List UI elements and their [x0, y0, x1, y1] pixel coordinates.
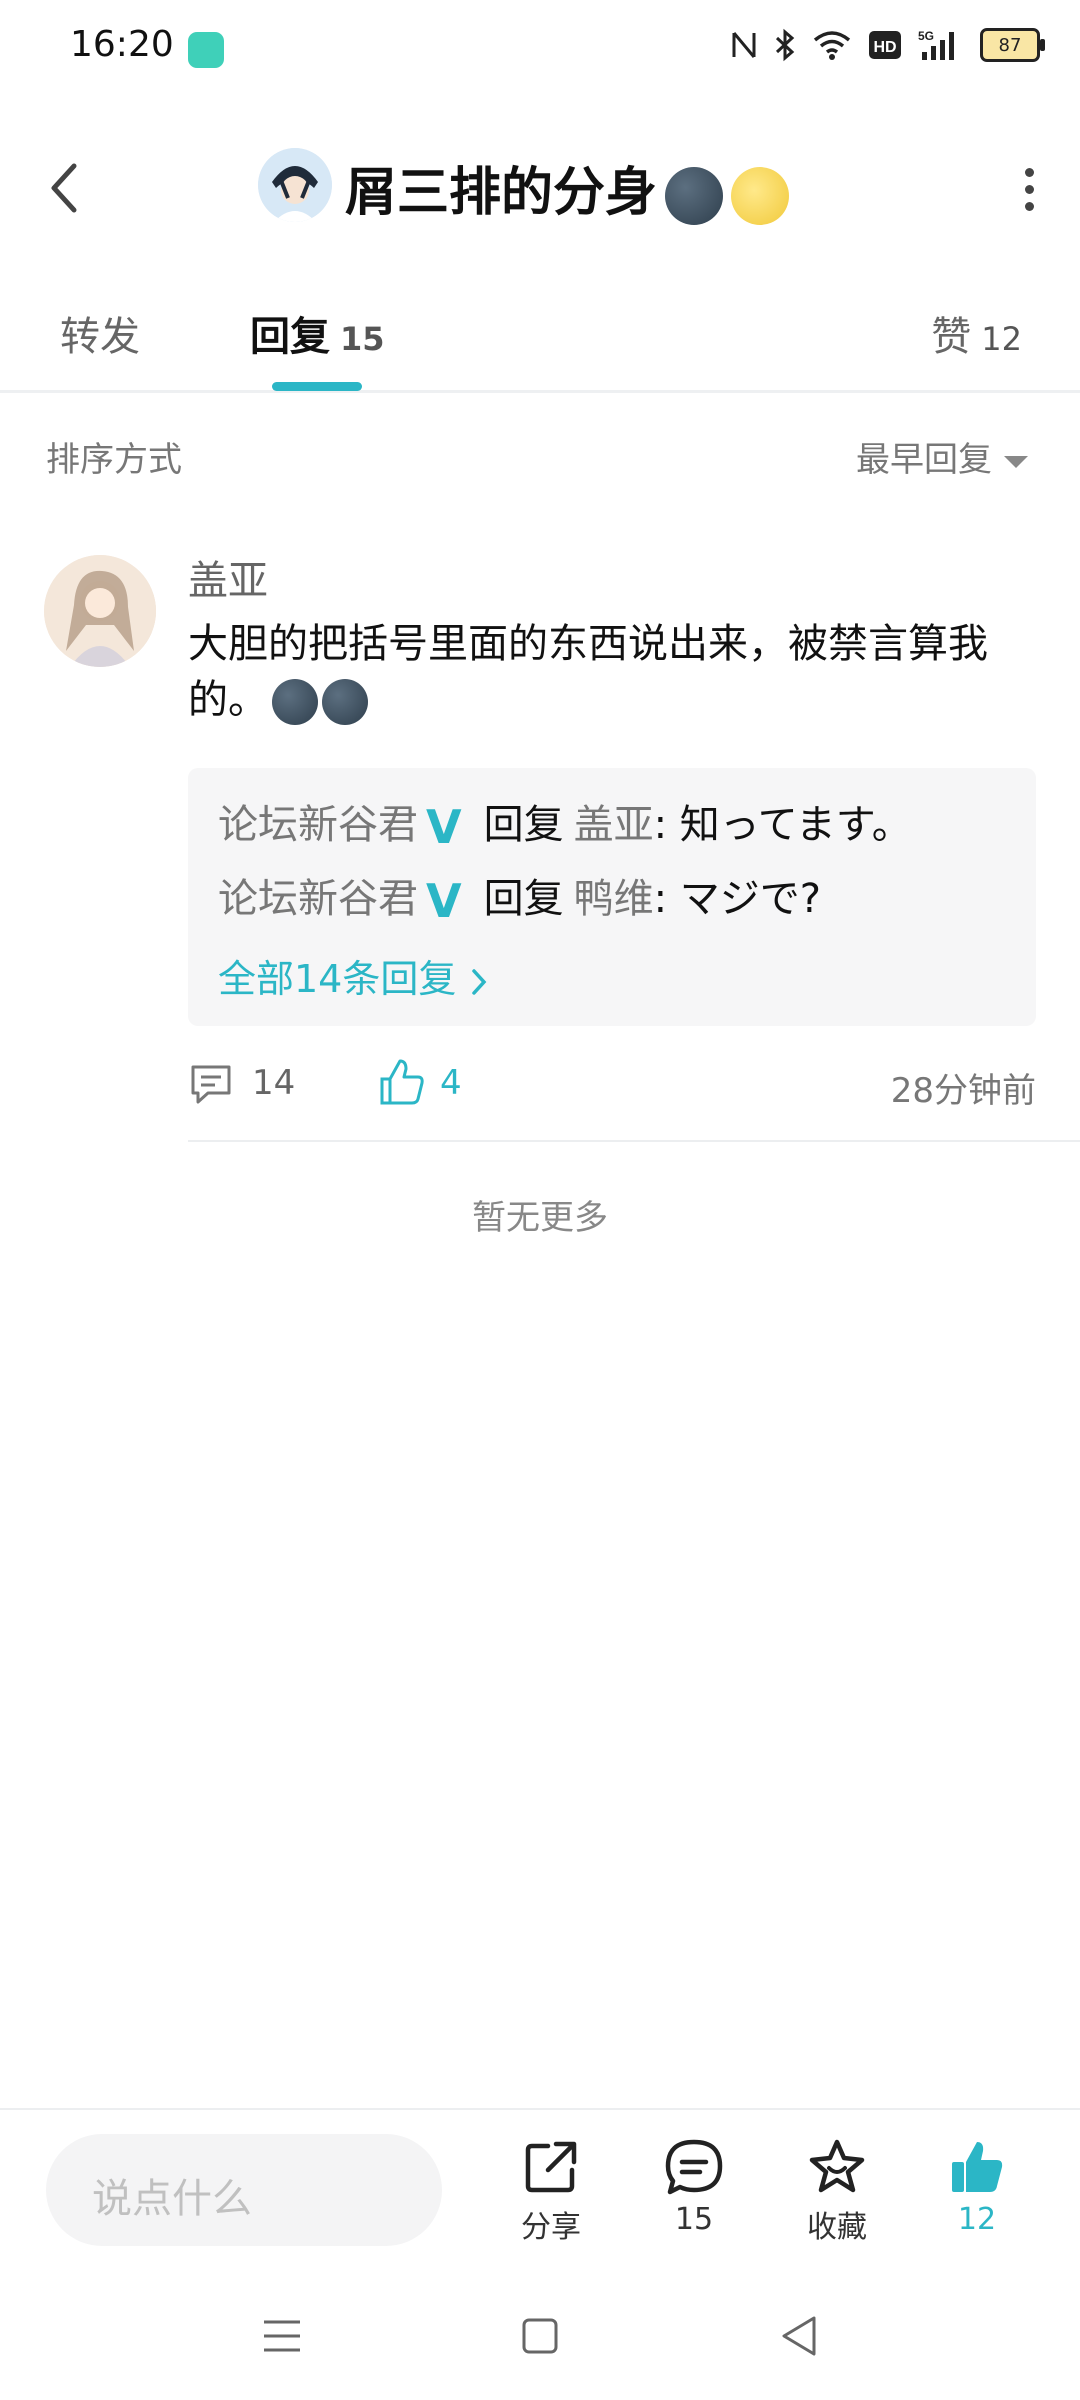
- commenter-name[interactable]: 盖亚: [188, 548, 268, 606]
- tab-repost-label: 转发: [60, 314, 140, 360]
- comment-icon[interactable]: [188, 1061, 234, 1107]
- verified-icon: V: [426, 800, 462, 854]
- system-navigation-bar: [0, 2270, 1080, 2400]
- tab-replies-count: 15: [340, 320, 385, 358]
- signal-5g-icon: 5G: [918, 29, 954, 60]
- notification-app-icon: [188, 32, 224, 68]
- reply-text: : 知ってます。: [653, 802, 912, 848]
- title-text: 屑三排的分身: [345, 163, 658, 223]
- hd-icon: HD: [869, 31, 901, 59]
- reply-item: 论坛新谷君 V 回复 盖亚: 知ってます。: [218, 792, 912, 854]
- full-moon-face-icon: [731, 167, 790, 225]
- share-button[interactable]: 分享: [496, 2138, 606, 2246]
- home-icon[interactable]: [520, 2316, 560, 2356]
- thumbs-up-filled-icon: [952, 2142, 1003, 2192]
- author-avatar[interactable]: [258, 148, 332, 222]
- reply-target[interactable]: 鸭维: [574, 876, 654, 922]
- reply-preview-box[interactable]: 论坛新谷君 V 回复 盖亚: 知ってます。 论坛新谷君 V 回复 鸭维: マジで? 全部14…: [188, 768, 1036, 1026]
- new-moon-face-icon: [322, 679, 368, 725]
- thumbs-up-icon[interactable]: [378, 1057, 426, 1107]
- active-tab-indicator: [272, 382, 362, 391]
- tab-replies[interactable]: 回复 15: [250, 304, 385, 362]
- comment-input[interactable]: 说点什么: [46, 2134, 442, 2246]
- share-icon: [525, 2141, 577, 2193]
- nfc-icon: [732, 32, 756, 58]
- tab-repost[interactable]: 转发: [60, 304, 140, 362]
- comments-button[interactable]: 15: [639, 2138, 749, 2237]
- header: 屑三排的分身: [0, 120, 1080, 250]
- tab-likes[interactable]: 赞 12: [931, 304, 1022, 362]
- comment-body: 大胆的把括号里面的东西说出来，被禁言算我的。: [188, 616, 1038, 728]
- favorite-button[interactable]: 收藏: [782, 2138, 892, 2246]
- battery-level: 87: [998, 34, 1022, 56]
- comment-timestamp: 28分钟前: [890, 1071, 1036, 1111]
- back-icon[interactable]: [40, 158, 90, 218]
- commenter-avatar-image: [44, 555, 156, 667]
- reply-text: : マジで?: [653, 876, 822, 922]
- battery-icon: 87: [980, 28, 1045, 62]
- svg-text:HD: HD: [873, 39, 896, 56]
- reply-verb: 回复: [483, 802, 564, 848]
- reply-verb: 回复: [483, 876, 564, 922]
- wifi-icon: [813, 31, 851, 60]
- status-bar: 16:20 HD 5G 87: [0, 0, 1080, 100]
- author-avatar-image: [258, 148, 332, 222]
- star-icon: [809, 2139, 865, 2193]
- chevron-right-icon: [472, 968, 487, 995]
- back-nav-icon[interactable]: [778, 2314, 818, 2358]
- sort-value: 最早回复: [856, 440, 992, 480]
- tab-replies-label: 回复: [250, 314, 330, 360]
- reply-author[interactable]: 论坛新谷君: [218, 802, 418, 848]
- likes-count: 12: [957, 2202, 997, 2237]
- comment-actions: 14 4 28分钟前: [188, 1055, 1036, 1115]
- svg-text:5G: 5G: [918, 29, 934, 43]
- commenter-avatar[interactable]: [44, 555, 156, 667]
- more-options-icon[interactable]: [1014, 160, 1044, 230]
- chat-bubble-icon: [665, 2139, 723, 2195]
- comments-count: 15: [674, 2202, 714, 2237]
- bottom-action-bar: 说点什么 分享 15 收藏 12: [0, 2108, 1080, 2272]
- comment-count: 14: [252, 1063, 296, 1103]
- favorite-label: 收藏: [807, 2210, 867, 2245]
- reply-author[interactable]: 论坛新谷君: [218, 876, 418, 922]
- sort-label: 排序方式: [46, 440, 182, 480]
- like-button[interactable]: 12: [922, 2138, 1032, 2237]
- sort-dropdown[interactable]: 最早回复: [856, 432, 1028, 481]
- tab-likes-label: 赞: [931, 314, 972, 360]
- no-more-text: 暂无更多: [472, 1198, 608, 1238]
- tab-likes-count: 12: [981, 320, 1022, 358]
- share-label: 分享: [521, 2210, 581, 2245]
- tab-bar: 转发 回复 15 赞 12: [0, 290, 1080, 393]
- bluetooth-icon: [775, 28, 795, 62]
- reply-target[interactable]: 盖亚: [574, 802, 654, 848]
- menu-icon[interactable]: [262, 2316, 302, 2356]
- status-icons: HD 5G 87: [730, 28, 1045, 62]
- new-moon-face-icon: [665, 167, 724, 225]
- view-all-replies-link[interactable]: 全部14条回复: [218, 948, 490, 1003]
- divider: [188, 1140, 1080, 1142]
- status-time: 16:20: [70, 24, 174, 65]
- verified-icon: V: [426, 874, 462, 928]
- comment-input-placeholder: 说点什么: [92, 2176, 252, 2222]
- reply-item: 论坛新谷君 V 回复 鸭维: マジで?: [218, 866, 821, 928]
- page-title: 屑三排的分身: [345, 150, 790, 225]
- like-count: 4: [440, 1063, 462, 1103]
- dropdown-caret-icon: [1004, 455, 1028, 468]
- view-all-label: 全部14条回复: [218, 957, 457, 1001]
- new-moon-face-icon: [272, 679, 318, 725]
